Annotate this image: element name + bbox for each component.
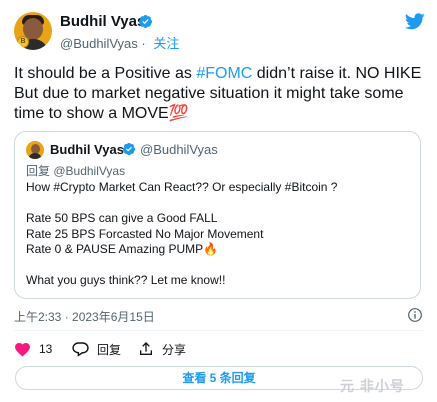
author-name[interactable]: Budhil Vyas	[60, 13, 145, 30]
like-button[interactable]: 13	[14, 339, 52, 359]
heart-icon	[15, 342, 30, 357]
tweet-timestamp[interactable]: 上午2:33 · 2023年6月15日	[14, 308, 155, 325]
watermark: 元 非小号	[340, 378, 405, 394]
divider	[14, 330, 423, 331]
share-button[interactable]: 分享	[138, 339, 186, 359]
quoted-text-line	[26, 258, 411, 274]
twitter-bird-icon[interactable]	[405, 13, 425, 30]
quoted-tweet[interactable]: Budhil Vyas @BudhilVyas 回复 @BudhilVyas H…	[14, 131, 421, 299]
quoted-author-avatar	[26, 141, 44, 159]
tweet-text-part: It should be a Positive as	[14, 65, 197, 82]
verified-badge-icon	[138, 14, 153, 29]
quoted-text-line: Rate 50 BPS can give a Good FALL	[26, 211, 218, 225]
hundred-points-emoji: 💯	[168, 105, 189, 122]
share-label: 分享	[162, 342, 187, 357]
reply-button[interactable]: 回复	[72, 339, 121, 359]
share-icon	[140, 342, 152, 355]
reply-icon	[72, 342, 89, 357]
tweet-text: It should be a Positive as #FOMC didn’t …	[14, 64, 426, 124]
follow-link[interactable]: 关注	[153, 36, 179, 51]
quoted-author-handle: @BudhilVyas	[140, 142, 218, 157]
quoted-reply-context: 回复 @BudhilVyas	[26, 164, 126, 178]
quoted-author-name: Budhil Vyas	[50, 142, 124, 157]
author-handle[interactable]: @BudhilVyas	[60, 36, 138, 51]
author-handle-row: @BudhilVyas · 关注	[60, 36, 180, 51]
quoted-text-line: What you guys think?? Let me know!!	[26, 273, 226, 287]
reply-label: 回复	[97, 342, 122, 357]
author-avatar[interactable]: B	[14, 12, 52, 50]
quoted-text-line: How #Crypto Market Can React?? Or especi…	[26, 180, 338, 194]
quoted-text-line: Rate 25 BPS Forcasted No Major Movement	[26, 226, 264, 241]
quoted-tweet-text: How #Crypto Market Can React?? Or especi…	[26, 180, 411, 289]
quoted-text-line	[26, 196, 411, 212]
tweet-embed-card: B Budhil Vyas @BudhilVyas · 关注 It should…	[0, 0, 437, 402]
quoted-text-line: Rate 0 & PAUSE Amazing PUMP🔥	[26, 242, 219, 256]
hashtag-link[interactable]: #FOMC	[196, 65, 252, 82]
info-icon[interactable]	[407, 307, 423, 323]
like-count: 13	[39, 342, 53, 356]
verified-badge-icon	[122, 142, 136, 156]
